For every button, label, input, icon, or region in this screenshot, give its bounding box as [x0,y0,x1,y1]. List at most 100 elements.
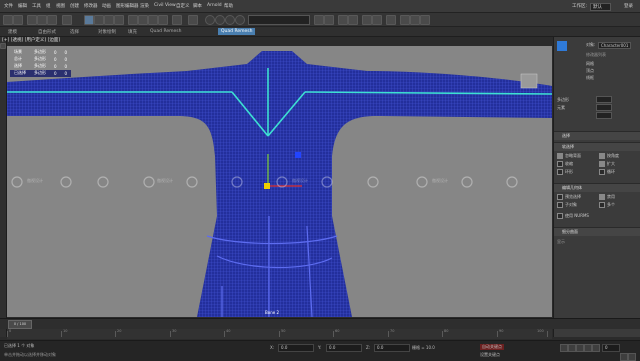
main-toolbar [0,13,640,27]
checkbox-ignore-backface[interactable]: 忽略背面 [557,153,581,159]
scale-icon[interactable] [148,15,158,25]
checkbox-use-nurms[interactable]: 使用 NURMS [557,213,589,219]
tab-quad-remesh[interactable]: Quad Remesh [150,29,181,34]
mirror-icon[interactable] [314,15,324,25]
menu-file[interactable]: 文件 [4,3,13,9]
autokey-button[interactable]: 自动关键点 [480,344,504,350]
tab-object-paint[interactable]: 对象绘制 [98,29,116,35]
percent-snap-icon[interactable] [225,15,235,25]
align-icon[interactable] [324,15,334,25]
modifier-stack-item[interactable]: 网格 [586,61,594,67]
checkbox-disable[interactable]: 禁用 [599,194,615,200]
checkbox-multiple[interactable]: 多个 [599,202,615,208]
rollout-subdivision[interactable]: 细分曲面 [554,227,640,236]
link-icon[interactable] [27,15,37,25]
previous-frame-icon[interactable] [568,344,576,352]
menu-modifiers[interactable]: 修改器 [84,3,98,9]
menu-view[interactable]: 视图 [56,3,65,9]
named-selection-set-input[interactable] [248,15,310,25]
go-to-end-icon[interactable] [592,344,600,352]
menu-create[interactable]: 创建 [70,3,79,9]
render-production-icon[interactable] [420,15,430,25]
y-coordinate-field[interactable]: 0.0 [326,344,362,352]
value-spinner[interactable] [596,104,612,111]
tab-quad-remesh-active[interactable]: Quad Remesh [218,28,256,35]
object-name-field[interactable]: Character001 [598,42,632,49]
unlink-icon[interactable] [37,15,47,25]
viewcube-icon[interactable] [520,73,538,89]
menu-help[interactable]: 帮助 [224,3,233,9]
menu-rendering[interactable]: 渲染 [140,3,149,9]
grid-readout: 栅格 = 10.0 [412,345,435,350]
scene-explorer-icon[interactable] [338,15,348,25]
current-frame-field[interactable]: 0 [602,344,620,352]
menu-customize[interactable]: 自定义 [176,3,190,9]
next-frame-icon[interactable] [584,344,592,352]
menu-tools[interactable]: 工具 [32,3,41,9]
render-setup-icon[interactable] [400,15,410,25]
tab-selection[interactable]: 选择 [70,29,79,35]
play-icon[interactable] [576,344,584,352]
menu-arnold[interactable]: Arnold [207,3,222,8]
menu-group[interactable]: 组 [46,3,51,9]
pivot-center-icon[interactable] [188,15,198,25]
checkbox-subobject[interactable]: 子对象 [557,202,577,208]
menu-edit[interactable]: 编辑 [18,3,27,9]
menu-animation[interactable]: 动画 [102,3,111,9]
spinner-snap-icon[interactable] [235,15,245,25]
checkbox-loop[interactable]: 循环 [599,169,615,175]
select-by-name-icon[interactable] [94,15,104,25]
value-spinner[interactable] [596,96,612,103]
layer-explorer-icon[interactable] [348,15,358,25]
modifier-list-dropdown[interactable]: 修改器列表 [586,52,606,58]
placement-icon[interactable] [158,15,168,25]
tab-freeform[interactable]: 自由形式 [38,29,56,35]
selection-filter-icon[interactable] [62,15,72,25]
menu-scripting[interactable]: 脚本 [193,3,202,9]
snap-toggle-icon[interactable] [205,15,215,25]
modifier-stack-item[interactable]: 线框 [586,75,594,81]
ribbon-bar: 建模 自由形式 选择 对象绘制 填充 Quad Remesh Quad Reme… [0,27,640,37]
material-editor-icon[interactable] [386,15,396,25]
rendered-frame-icon[interactable] [410,15,420,25]
tab-populate[interactable]: 填充 [128,29,137,35]
checkbox-shrink[interactable]: 收缩 [557,161,573,167]
viewport-layout-icon[interactable] [0,43,6,49]
rectangular-selection-icon[interactable] [104,15,114,25]
setkey-button[interactable]: 设置关键点 [480,352,500,358]
signin-link[interactable]: 登录 [624,3,633,9]
go-to-start-icon[interactable] [560,344,568,352]
rollout-selection[interactable]: 选择 [554,131,640,140]
z-coordinate-field[interactable]: 0.0 [374,344,410,352]
schematic-view-icon[interactable] [372,15,382,25]
track-bar[interactable]: 0 10 20 30 40 50 60 70 80 90 100 [7,329,552,339]
time-slider[interactable]: 0 / 100 [0,318,640,329]
checkbox-grow[interactable]: 扩大 [599,161,615,167]
checkbox-preview[interactable]: 预览选择 [557,194,581,200]
workspace-dropdown[interactable]: 默认 [590,3,611,11]
checkbox-by-angle[interactable]: 按角度 [599,153,619,159]
value-spinner[interactable] [596,112,612,119]
menu-graph-editors[interactable]: 图形编辑器 [116,3,139,9]
curve-editor-icon[interactable] [362,15,372,25]
redo-icon[interactable] [13,15,23,25]
undo-icon[interactable] [3,15,13,25]
angle-snap-icon[interactable] [215,15,225,25]
perspective-viewport[interactable]: 场景 多边形 0 0 总计 多边形 0 0 选择 多边形 0 0 已选择 多边形 0 0 Bone 2 [7,46,552,317]
rollout-soft-selection[interactable]: 软选择 [554,142,640,151]
window-crossing-icon[interactable] [114,15,124,25]
rollout-edit-geometry[interactable]: 编辑几何体 [554,183,640,192]
bind-space-warp-icon[interactable] [47,15,57,25]
time-slider-thumb[interactable]: 0 / 100 [8,320,32,329]
menu-civil-view[interactable]: Civil View [154,3,176,8]
reference-coord-icon[interactable] [172,15,182,25]
viewport-label[interactable]: [+] [透视] [用户定义] [边面] [2,37,60,43]
modifier-stack-item[interactable]: 顶点 [586,68,594,74]
create-panel-icon[interactable] [557,41,567,51]
move-icon[interactable] [128,15,138,25]
x-coordinate-field[interactable]: 0.0 [278,344,314,352]
checkbox-ring[interactable]: 环形 [557,169,573,175]
rotate-icon[interactable] [138,15,148,25]
select-object-icon[interactable] [84,15,94,25]
tab-modeling[interactable]: 建模 [8,29,17,35]
